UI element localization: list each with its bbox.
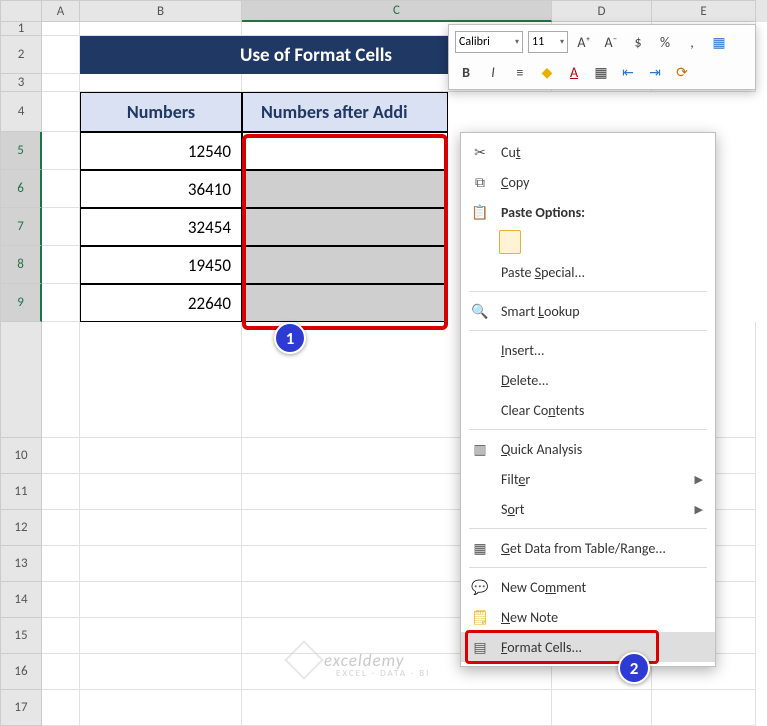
cell-C7[interactable] [242, 208, 448, 246]
scissors-icon: ✂ [469, 144, 491, 161]
row-header-9[interactable]: 9 [0, 284, 42, 322]
font-name-value: Calibri [459, 35, 490, 49]
row-header-11[interactable]: 11 [0, 474, 42, 510]
table-header-numbers-after: Numbers after Addi [242, 92, 448, 132]
menu-separator [469, 330, 707, 331]
format-painter-icon[interactable]: ⟳ [671, 61, 693, 83]
row-header-6[interactable]: 6 [0, 170, 42, 208]
col-header-E[interactable]: E [652, 0, 756, 22]
menu-get-data[interactable]: ▦ Get Data from Table/Range... [461, 533, 715, 563]
comma-icon[interactable]: , [681, 31, 703, 53]
currency-icon[interactable]: $ [627, 31, 649, 53]
copy-icon: ⧉ [469, 174, 491, 191]
font-color-icon[interactable]: A [563, 61, 585, 83]
menu-clear-contents[interactable]: Clear Contents [461, 395, 715, 425]
font-size-value: 11 [532, 35, 544, 49]
row-header-5[interactable]: 5 [0, 132, 42, 170]
row-header-15[interactable]: 15 [0, 618, 42, 654]
menu-separator [469, 567, 707, 568]
decrease-decimal-icon[interactable]: ⇤ [617, 61, 639, 83]
row-header-14[interactable]: 14 [0, 582, 42, 618]
format-cells-icon: ▤ [469, 639, 491, 656]
chevron-right-icon: ▶ [695, 503, 703, 516]
menu-new-note[interactable]: 🗒 New Note [461, 602, 715, 632]
col-header-B[interactable]: B [80, 0, 242, 22]
increase-font-icon[interactable]: A⁺ [573, 31, 595, 53]
italic-icon[interactable]: I [482, 61, 504, 83]
menu-filter[interactable]: Filter ▶ [461, 464, 715, 494]
menu-sort[interactable]: Sort ▶ [461, 494, 715, 524]
format-table-icon[interactable]: ▦ [708, 31, 730, 53]
font-name-combo[interactable]: Calibri ▾ [455, 31, 523, 53]
callout-badge-2: 2 [618, 652, 650, 684]
menu-separator [469, 528, 707, 529]
table-icon: ▦ [469, 540, 491, 557]
cell-C8[interactable] [242, 246, 448, 284]
watermark-subtitle: EXCEL · DATA · BI [336, 668, 430, 679]
row-header-col: 1 2 3 4 5 6 7 8 9 10 11 12 13 14 15 16 1… [0, 22, 42, 726]
font-size-combo[interactable]: 11 ▾ [528, 31, 568, 53]
note-icon: 🗒 [469, 609, 491, 626]
col-header-A[interactable]: A [42, 0, 80, 22]
cell-B8[interactable]: 19450 [80, 246, 242, 284]
cell-B7[interactable]: 32454 [80, 208, 242, 246]
menu-new-comment[interactable]: 💬 New Comment [461, 572, 715, 602]
menu-cut[interactable]: ✂ Cut [461, 137, 715, 167]
borders-icon[interactable]: ▦ [590, 61, 612, 83]
cell-B5[interactable]: 12540 [80, 132, 242, 170]
watermark-icon [284, 640, 324, 680]
row-header-1[interactable]: 1 [0, 22, 42, 36]
chevron-down-icon: ▾ [560, 37, 564, 47]
mini-toolbar: Calibri ▾ 11 ▾ A⁺ A⁻ $ % , ▦ B I ≡ ◆ A ▦ ⇤… [448, 24, 756, 90]
decrease-font-icon[interactable]: A⁻ [600, 31, 622, 53]
row-header-13[interactable]: 13 [0, 546, 42, 582]
menu-delete[interactable]: Delete... [461, 365, 715, 395]
row-header-7[interactable]: 7 [0, 208, 42, 246]
cell-C6[interactable] [242, 170, 448, 208]
cell-B6[interactable]: 36410 [80, 170, 242, 208]
row-header-10[interactable]: 10 [0, 438, 42, 474]
menu-separator [469, 429, 707, 430]
cell-C5[interactable] [242, 132, 448, 170]
menu-copy[interactable]: ⧉ Copy [461, 167, 715, 197]
menu-paste-default[interactable] [461, 227, 715, 257]
menu-separator [469, 291, 707, 292]
col-header-D[interactable]: D [552, 0, 652, 22]
menu-insert[interactable]: Insert... [461, 335, 715, 365]
menu-paste-special[interactable]: Paste Special... [461, 257, 715, 287]
row-header-17[interactable]: 17 [0, 690, 42, 726]
chevron-down-icon: ▾ [515, 37, 519, 47]
row-header-4[interactable]: 4 [0, 92, 42, 132]
clipboard-icon: 📋 [469, 204, 491, 221]
search-icon: 🔍 [469, 303, 491, 320]
menu-format-cells[interactable]: ▤ Format Cells... [461, 632, 715, 662]
align-icon[interactable]: ≡ [509, 61, 531, 83]
menu-smart-lookup[interactable]: 🔍 Smart Lookup [461, 296, 715, 326]
select-all-corner[interactable] [0, 0, 42, 22]
table-header-numbers: Numbers [80, 92, 242, 132]
increase-decimal-icon[interactable]: ⇥ [644, 61, 666, 83]
row-header-2[interactable]: 2 [0, 36, 42, 74]
row-header-12[interactable]: 12 [0, 510, 42, 546]
paste-icon [499, 230, 521, 254]
percent-icon[interactable]: % [654, 31, 676, 53]
context-menu: ✂ Cut ⧉ Copy 📋 Paste Options: Paste Spec… [460, 132, 716, 667]
row-header-8[interactable]: 8 [0, 246, 42, 284]
comment-icon: 💬 [469, 579, 491, 596]
fill-color-icon[interactable]: ◆ [536, 61, 558, 83]
chevron-right-icon: ▶ [695, 473, 703, 486]
bold-icon[interactable]: B [455, 61, 477, 83]
menu-paste-options: 📋 Paste Options: [461, 197, 715, 227]
row-header-16[interactable]: 16 [0, 654, 42, 690]
quick-analysis-icon: ▥ [469, 441, 491, 458]
cell-B9[interactable]: 22640 [80, 284, 242, 322]
cell-C9[interactable] [242, 284, 448, 322]
col-header-C[interactable]: C [242, 0, 552, 22]
row-header-3[interactable]: 3 [0, 74, 42, 92]
callout-badge-1: 1 [274, 322, 306, 354]
column-header-row: A B C D E [0, 0, 767, 22]
menu-quick-analysis[interactable]: ▥ Quick Analysis [461, 434, 715, 464]
